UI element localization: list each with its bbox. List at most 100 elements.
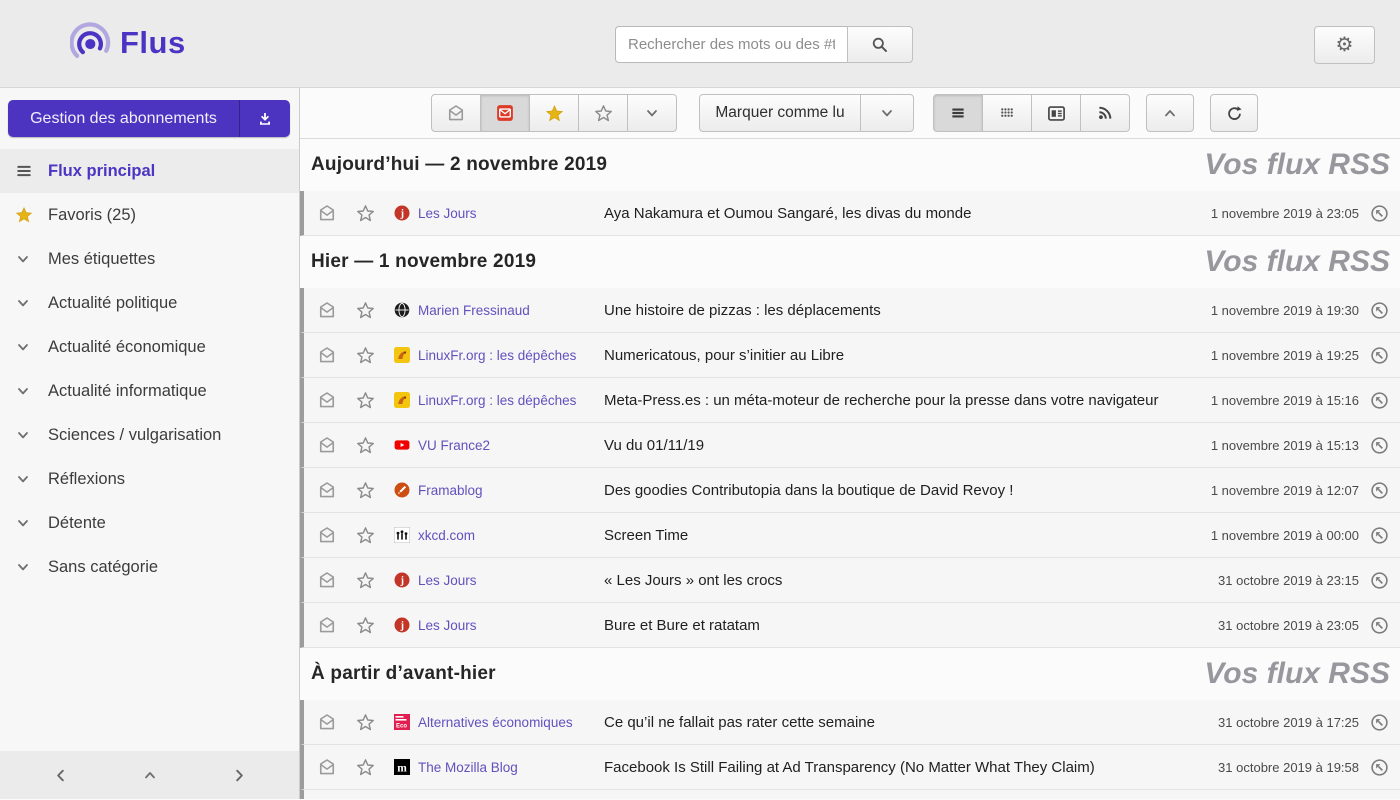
grid-view-button[interactable] (982, 94, 1032, 132)
feed-entry-row[interactable]: VU France2Vu du 01/11/191 novembre 2019 … (300, 423, 1400, 468)
feed-name-link[interactable]: The Mozilla Blog (418, 760, 604, 775)
chevron-up-button[interactable] (130, 755, 170, 795)
feed-name-link[interactable]: LinuxFr.org : les dépêches (418, 393, 604, 408)
mark-read-button[interactable] (317, 757, 337, 777)
chevron-down-icon (15, 427, 31, 443)
mark-read-button[interactable] (317, 712, 337, 732)
mark-read-button[interactable] (317, 570, 337, 590)
mark-read-button[interactable] (317, 615, 337, 635)
section-header: À partir d’avant-hierVos flux RSS (300, 648, 1400, 700)
envelope-unread-filter-button[interactable] (480, 94, 530, 132)
feed-name-link[interactable]: Framablog (418, 483, 604, 498)
sidebar-item-r-flexions[interactable]: Réflexions (0, 457, 299, 501)
feed-entry-row[interactable]: LinuxFr.org : les dépêchesNumericatous, … (300, 333, 1400, 378)
import-export-button[interactable] (240, 100, 290, 137)
bookmark-star-button[interactable] (355, 526, 375, 545)
open-original-button[interactable] (1369, 204, 1389, 223)
search-button[interactable] (847, 26, 913, 63)
envelope-open-filter-button[interactable] (431, 94, 481, 132)
sidebar-item-mes-tiquettes[interactable]: Mes étiquettes (0, 237, 299, 281)
open-original-button[interactable] (1369, 758, 1389, 777)
mark-read-button[interactable] (317, 480, 337, 500)
feed-entry-row[interactable]: LinuxFr.org : les dépêchesMeta-Press.es … (300, 378, 1400, 423)
bookmark-star-button[interactable] (355, 204, 375, 223)
list-view-button[interactable] (933, 94, 983, 132)
manage-subscriptions-label[interactable]: Gestion des abonnements (8, 100, 240, 137)
search-input[interactable] (615, 26, 847, 63)
app-logo[interactable]: Flus (70, 21, 186, 65)
open-original-button[interactable] (1369, 391, 1389, 410)
external-icon (1370, 713, 1389, 732)
chevron-down-icon (15, 515, 31, 531)
chevron-right-button[interactable] (219, 755, 259, 795)
mark-read-button[interactable] (317, 300, 337, 320)
sidebar-item-favoris-25[interactable]: Favoris (25) (0, 193, 299, 237)
rss-view-button[interactable] (1080, 94, 1130, 132)
feed-entry-row[interactable]: jLes Jours« Les Jours » ont les crocs31 … (300, 558, 1400, 603)
sidebar-item-label: Sciences / vulgarisation (48, 426, 221, 445)
mark-read-button[interactable] (317, 345, 337, 365)
feed-name-link[interactable]: Les Jours (418, 206, 604, 221)
feed-name-link[interactable]: xkcd.com (418, 528, 604, 543)
feed-name-link[interactable]: Marien Fressinaud (418, 303, 604, 318)
bookmark-star-button[interactable] (355, 391, 375, 410)
mark-read-button[interactable] (317, 203, 337, 223)
sidebar-item-label: Actualité économique (48, 338, 206, 357)
les-jours-icon: j (394, 572, 410, 588)
feed-name-link[interactable]: Les Jours (418, 618, 604, 633)
feed-entry-row[interactable]: Marien FressinaudUne histoire de pizzas … (300, 288, 1400, 333)
sidebar-item-actualit-informatique[interactable]: Actualité informatique (0, 369, 299, 413)
mark-read-button[interactable] (317, 435, 337, 455)
feed-entry-row[interactable]: jLes JoursAya Nakamura et Oumou Sangaré,… (300, 191, 1400, 236)
open-original-button[interactable] (1369, 481, 1389, 500)
open-original-button[interactable] (1369, 346, 1389, 365)
sidebar-item-sciences-vulgarisation[interactable]: Sciences / vulgarisation (0, 413, 299, 457)
mark-read-group: Marquer comme lu (699, 94, 914, 132)
feed-entry-row[interactable]: FramablogDes goodies Contributopia dans … (300, 468, 1400, 513)
bookmark-star-button[interactable] (355, 436, 375, 455)
chevron-down-filter-button[interactable] (627, 94, 677, 132)
open-original-button[interactable] (1369, 571, 1389, 590)
open-original-button[interactable] (1369, 713, 1389, 732)
open-original-button[interactable] (1369, 436, 1389, 455)
feed-entry-row[interactable]: mThe Mozilla BlogFacebook and Google: Th… (300, 790, 1400, 799)
sidebar-item-sans-cat-gorie[interactable]: Sans catégorie (0, 545, 299, 589)
star-filled-filter-button[interactable] (529, 94, 579, 132)
mark-as-read-button[interactable]: Marquer comme lu (699, 94, 861, 132)
sidebar-item-d-tente[interactable]: Détente (0, 501, 299, 545)
feed-name-link[interactable]: VU France2 (418, 438, 604, 453)
manage-subscriptions-button[interactable]: Gestion des abonnements (8, 100, 290, 137)
feed-name-link[interactable]: LinuxFr.org : les dépêches (418, 348, 604, 363)
chevron-left-button[interactable] (40, 755, 80, 795)
sidebar-item-flux-principal[interactable]: Flux principal (0, 149, 299, 193)
feed-entry-row[interactable]: xkcd.comScreen Time1 novembre 2019 à 00:… (300, 513, 1400, 558)
bookmark-star-button[interactable] (355, 713, 375, 732)
view-group (933, 94, 1130, 132)
star-outline-filter-button[interactable] (578, 94, 628, 132)
feed-entry-row[interactable]: EcoAlternatives économiquesCe qu’il ne f… (300, 700, 1400, 745)
bookmark-star-button[interactable] (355, 346, 375, 365)
feed-name-link[interactable]: Les Jours (418, 573, 604, 588)
open-original-button[interactable] (1369, 616, 1389, 635)
mark-as-read-dropdown[interactable] (860, 94, 914, 132)
bookmark-star-button[interactable] (355, 481, 375, 500)
bookmark-star-button[interactable] (355, 301, 375, 320)
bookmark-star-button[interactable] (355, 758, 375, 777)
feed-entry-row[interactable]: mThe Mozilla BlogFacebook Is Still Faili… (300, 745, 1400, 790)
sidebar-pager (0, 751, 299, 799)
scroll-top-button[interactable] (1146, 94, 1194, 132)
bookmark-star-button[interactable] (355, 616, 375, 635)
reader-view-button[interactable] (1031, 94, 1081, 132)
star-outline-icon (356, 204, 375, 223)
feed-entry-row[interactable]: jLes JoursBure et Bure et ratatam31 octo… (300, 603, 1400, 648)
mark-read-button[interactable] (317, 390, 337, 410)
feed-name-link[interactable]: Alternatives économiques (418, 715, 604, 730)
open-original-button[interactable] (1369, 301, 1389, 320)
mark-read-button[interactable] (317, 525, 337, 545)
open-original-button[interactable] (1369, 526, 1389, 545)
refresh-button[interactable] (1210, 94, 1258, 132)
bookmark-star-button[interactable] (355, 571, 375, 590)
settings-button[interactable]: ⚙ (1314, 26, 1375, 64)
sidebar-item-actualit-politique[interactable]: Actualité politique (0, 281, 299, 325)
sidebar-item-actualit-conomique[interactable]: Actualité économique (0, 325, 299, 369)
